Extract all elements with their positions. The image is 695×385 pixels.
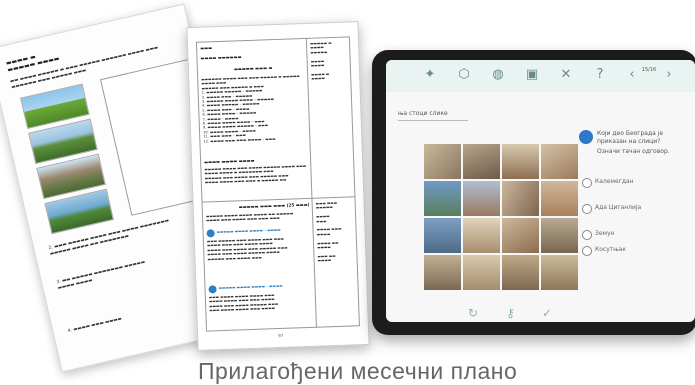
tools-icon[interactable]: ✕ [558, 67, 574, 83]
lesson-plan-page: ▬▬▬ ▬▬▬▬ ▬▬▬▬▬▬ ▬▬▬▬▬ ▬▬▬ ▬ ▬▬▬▬▬▬ ▬▬▬▬ … [186, 21, 370, 351]
photo-tile-16 [541, 255, 578, 290]
lesson-text-block-4: ▬▬▬ ▬▬▬▬▬ ▬▬▬ ▬▬▬▬ ▬▬▬ ▬▬▬ ▬▬▬▬ ▬▬▬ ▬▬▬ ▬… [206, 236, 288, 262]
globe-icon[interactable]: ◍ [490, 67, 506, 83]
pencil-icon [579, 130, 593, 144]
photo-tile-7 [502, 181, 539, 216]
cube-icon[interactable]: ⬡ [456, 67, 472, 83]
image-icon[interactable]: ▣ [524, 67, 540, 83]
photo-tile-1 [424, 144, 461, 179]
photo-tile-5 [424, 181, 461, 216]
help-icon[interactable]: ? [592, 67, 608, 83]
option-1[interactable]: Калемегдан [582, 178, 682, 188]
radio-button[interactable] [582, 178, 592, 188]
option-2[interactable]: Ада Циганлија [582, 204, 682, 214]
photo-tile-14 [463, 255, 500, 290]
photo-tile-13 [424, 255, 461, 290]
option-label: Ада Циганлија [595, 204, 642, 211]
chevron-left-icon[interactable]: ‹ [624, 67, 640, 83]
photo-tile-8 [541, 181, 578, 216]
question-header: ња стоци слике [398, 110, 448, 117]
lesson-text-block-2: ▬▬▬▬▬ ▬▬▬▬ ▬▬▬ ▬▬▬▬ ▬▬▬▬▬ ▬▬▬▬ ▬▬▬ ▬▬▬▬ ▬… [204, 164, 307, 185]
check-icon[interactable]: ✓ [542, 306, 552, 320]
key-icon[interactable]: ⚷ [506, 306, 515, 320]
photo-tile-4 [541, 144, 578, 179]
option-3[interactable]: Земун [582, 230, 682, 240]
option-label: Земун [595, 230, 615, 237]
side-notes-top: ▬▬▬▬▬ ▬ ▬▬▬▬ ▬▬▬▬▬ ▬▬▬▬ ▬▬▬▬ ▬▬▬▬ ▬ ▬▬▬▬ [309, 41, 332, 82]
radio-button[interactable] [582, 230, 592, 240]
radio-button[interactable] [582, 204, 592, 214]
photo-tile-9 [424, 218, 461, 253]
photo-tile-11 [502, 218, 539, 253]
toolbar: ✦ ⬡ ◍ ▣ ✕ ? ‹ 15/16 › [386, 60, 695, 92]
photo-tile-2 [463, 144, 500, 179]
question-text: Који део Београда је приказан на слици? [597, 130, 664, 145]
lesson-text-block-5: ▬▬▬ ▬▬▬▬ ▬▬▬▬ ▬▬▬▬ ▬▬▬ ▬▬▬▬ ▬▬▬▬ ▬▬▬ ▬▬▬ … [208, 293, 279, 313]
tablet-screen: ✦ ⬡ ◍ ▣ ✕ ? ‹ 15/16 › ња стоци слике Кој… [386, 60, 695, 322]
photo-tile-3 [502, 144, 539, 179]
page-indicator: 15/16 [641, 67, 657, 73]
refresh-icon[interactable]: ↻ [468, 306, 478, 320]
question-instruction: Означи тачан одговор. [597, 148, 670, 155]
caption-title: Прилагођени месечни плано [198, 358, 518, 384]
photo-tile-15 [502, 255, 539, 290]
side-notes-bottom: ▬▬▬ ▬▬▬ ▬▬▬▬▬ ▬▬▬▬ ▬▬▬ ▬▬▬▬ ▬▬▬ ▬▬▬▬ ▬▬▬▬ ▬▬ ▬▬… [315, 200, 342, 263]
photo-tile-6 [463, 181, 500, 216]
option-label: Косутњак [595, 246, 626, 253]
header-underline [398, 120, 468, 121]
page-number: 97 [278, 332, 284, 339]
photo-tile-10 [463, 218, 500, 253]
chevron-right-icon[interactable]: › [661, 67, 677, 83]
option-4[interactable]: Косутњак [582, 246, 682, 256]
radio-button[interactable] [582, 246, 592, 256]
star-icon[interactable]: ✦ [422, 67, 438, 83]
option-label: Калемегдан [595, 178, 634, 185]
lesson-text-block-1: ▬▬▬▬▬▬ ▬▬▬▬ ▬▬▬ ▬▬▬ ▬▬▬▬▬ ▬ ▬▬▬▬▬ ▬▬▬▬ ▬… [201, 74, 300, 144]
photo-tile-12 [541, 218, 578, 253]
page-heading: ▬▬▬ [200, 45, 213, 51]
